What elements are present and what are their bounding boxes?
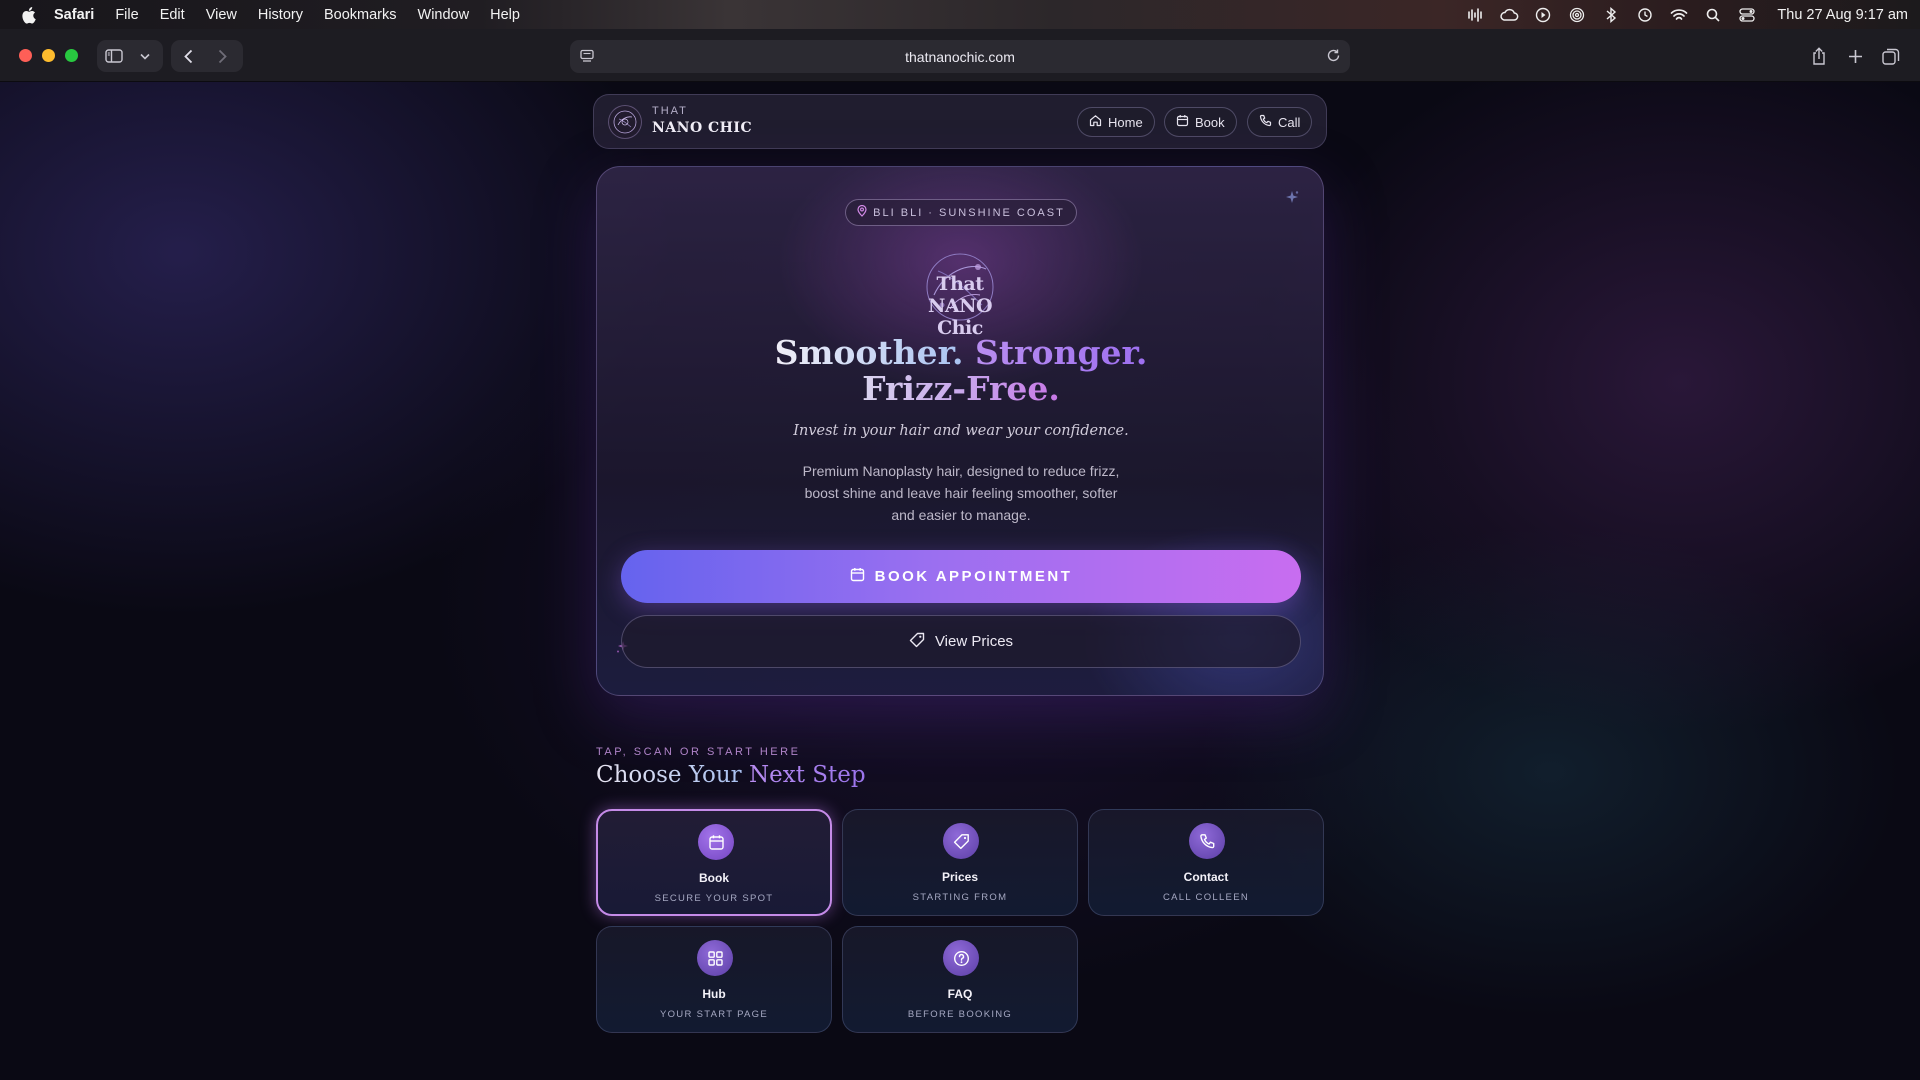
card-contact[interactable]: Contact CALL COLLEEN [1088, 809, 1324, 916]
chevron-down-icon[interactable] [131, 40, 159, 72]
section-title: Choose Your Next Step [596, 762, 866, 788]
menu-view[interactable]: View [206, 7, 237, 23]
share-icon[interactable] [1804, 41, 1834, 71]
headline-smoother: Smoother. [774, 333, 964, 372]
site-navigation: THAT NANO CHIC Home Book Call [593, 94, 1327, 149]
hero-description: Premium Nanoplasty hair, designed to red… [802, 463, 1120, 523]
headline-frizz-free: Frizz-Free. [862, 369, 1060, 408]
forward-button[interactable] [205, 40, 239, 72]
card-subtitle: YOUR START PAGE [659, 1009, 768, 1020]
card-faq[interactable]: FAQ BEFORE BOOKING [842, 926, 1078, 1033]
sidebar-icon[interactable] [97, 40, 131, 72]
view-prices-label: View Prices [934, 633, 1014, 650]
grid-icon [697, 940, 733, 976]
play-icon[interactable] [1533, 5, 1553, 25]
bluetooth-icon[interactable] [1601, 5, 1621, 25]
menu-bookmarks[interactable]: Bookmarks [324, 7, 397, 23]
card-title: Hub [702, 987, 726, 1001]
brand-name: NANO CHIC [652, 120, 753, 136]
card-hub[interactable]: Hub YOUR START PAGE [596, 926, 832, 1033]
headline-stronger: Stronger. [974, 333, 1148, 372]
menu-bar: Safari File Edit View History Bookmarks … [0, 0, 1920, 29]
new-tab-icon[interactable] [1840, 41, 1870, 71]
menu-window[interactable]: Window [418, 7, 470, 23]
web-page: THAT NANO CHIC Home Book Call BLI BLI · … [0, 82, 1920, 1080]
tag-icon [943, 823, 979, 859]
apple-icon[interactable] [19, 6, 37, 24]
close-window-button[interactable] [19, 49, 32, 62]
card-subtitle: SECURE YOUR SPOT [654, 893, 774, 904]
history-nav-group [171, 40, 243, 72]
cloud-icon[interactable] [1499, 5, 1519, 25]
location-text: BLI BLI · SUNSHINE COAST [873, 206, 1065, 219]
phone-icon [1189, 823, 1225, 859]
card-subtitle: BEFORE BOOKING [907, 1009, 1013, 1020]
wifi-icon[interactable] [1669, 5, 1689, 25]
nav-call-button[interactable]: Call [1247, 107, 1313, 137]
reload-icon[interactable] [1326, 48, 1341, 66]
nav-home-label: Home [1108, 114, 1143, 130]
menu-edit[interactable]: Edit [160, 7, 185, 23]
section-kicker: TAP, SCAN OR START HERE [596, 746, 801, 758]
section-title-part-1: Choose Your [596, 762, 742, 788]
page-settings-icon[interactable] [579, 48, 595, 67]
card-prices[interactable]: Prices STARTING FROM [842, 809, 1078, 916]
menu-help[interactable]: Help [490, 7, 520, 23]
hero-card: BLI BLI · SUNSHINE COAST That NANO Chic … [596, 166, 1324, 696]
phone-icon [1259, 114, 1272, 130]
card-title: FAQ [947, 987, 973, 1001]
calendar-icon [698, 824, 734, 860]
search-icon[interactable] [1703, 5, 1723, 25]
nav-call-label: Call [1278, 114, 1301, 130]
brand-logo[interactable] [608, 105, 642, 139]
card-book[interactable]: Book SECURE YOUR SPOT [596, 809, 832, 916]
airdrop-icon[interactable] [1567, 5, 1587, 25]
home-icon [1089, 114, 1102, 130]
calendar-icon [850, 567, 865, 586]
brand-name-top: THAT [652, 105, 688, 117]
menu-file[interactable]: File [115, 7, 138, 23]
card-title: Prices [941, 870, 979, 884]
card-subtitle: CALL COLLEEN [1162, 892, 1249, 903]
map-pin-icon [857, 204, 867, 220]
card-title: Contact [1183, 870, 1229, 884]
hero-logo-text: That NANO Chic [927, 273, 993, 339]
browser-toolbar: thatnanochic.com [0, 29, 1920, 82]
back-button[interactable] [171, 40, 205, 72]
book-appointment-label: BOOK APPOINTMENT [874, 568, 1073, 585]
minimize-window-button[interactable] [42, 49, 55, 62]
menu-safari[interactable]: Safari [54, 7, 94, 23]
card-title: Book [699, 871, 729, 885]
nav-book-button[interactable]: Book [1164, 107, 1237, 137]
sidebar-toggle-group [97, 40, 163, 72]
hero-tagline: Invest in your hair and wear your confid… [793, 423, 1129, 439]
time-machine-icon[interactable] [1635, 5, 1655, 25]
hero-logo: That NANO Chic [920, 247, 1000, 339]
fullscreen-window-button[interactable] [65, 49, 78, 62]
card-subtitle: STARTING FROM [912, 892, 1008, 903]
tab-overview-icon[interactable] [1876, 41, 1906, 71]
audio-waveform-icon[interactable] [1465, 5, 1485, 25]
calendar-icon [1176, 114, 1189, 130]
section-title-part-2: Next Step [748, 762, 866, 788]
address-bar[interactable]: thatnanochic.com [570, 40, 1350, 73]
hero-headline: Smoother. Stronger. Frizz-Free. [597, 335, 1325, 407]
menubar-clock[interactable]: Thu 27 Aug 9:17 am [1777, 7, 1908, 23]
menu-history[interactable]: History [258, 7, 303, 23]
tag-icon [909, 632, 925, 652]
view-prices-button[interactable]: View Prices [621, 615, 1301, 668]
url-text[interactable]: thatnanochic.com [905, 49, 1015, 65]
location-badge: BLI BLI · SUNSHINE COAST [845, 199, 1077, 226]
help-circle-icon [943, 940, 979, 976]
nav-home-button[interactable]: Home [1077, 107, 1155, 137]
sparkle-icon [1283, 189, 1301, 212]
nav-book-label: Book [1195, 114, 1225, 130]
control-center-icon[interactable] [1737, 5, 1757, 25]
book-appointment-button[interactable]: BOOK APPOINTMENT [621, 550, 1301, 603]
